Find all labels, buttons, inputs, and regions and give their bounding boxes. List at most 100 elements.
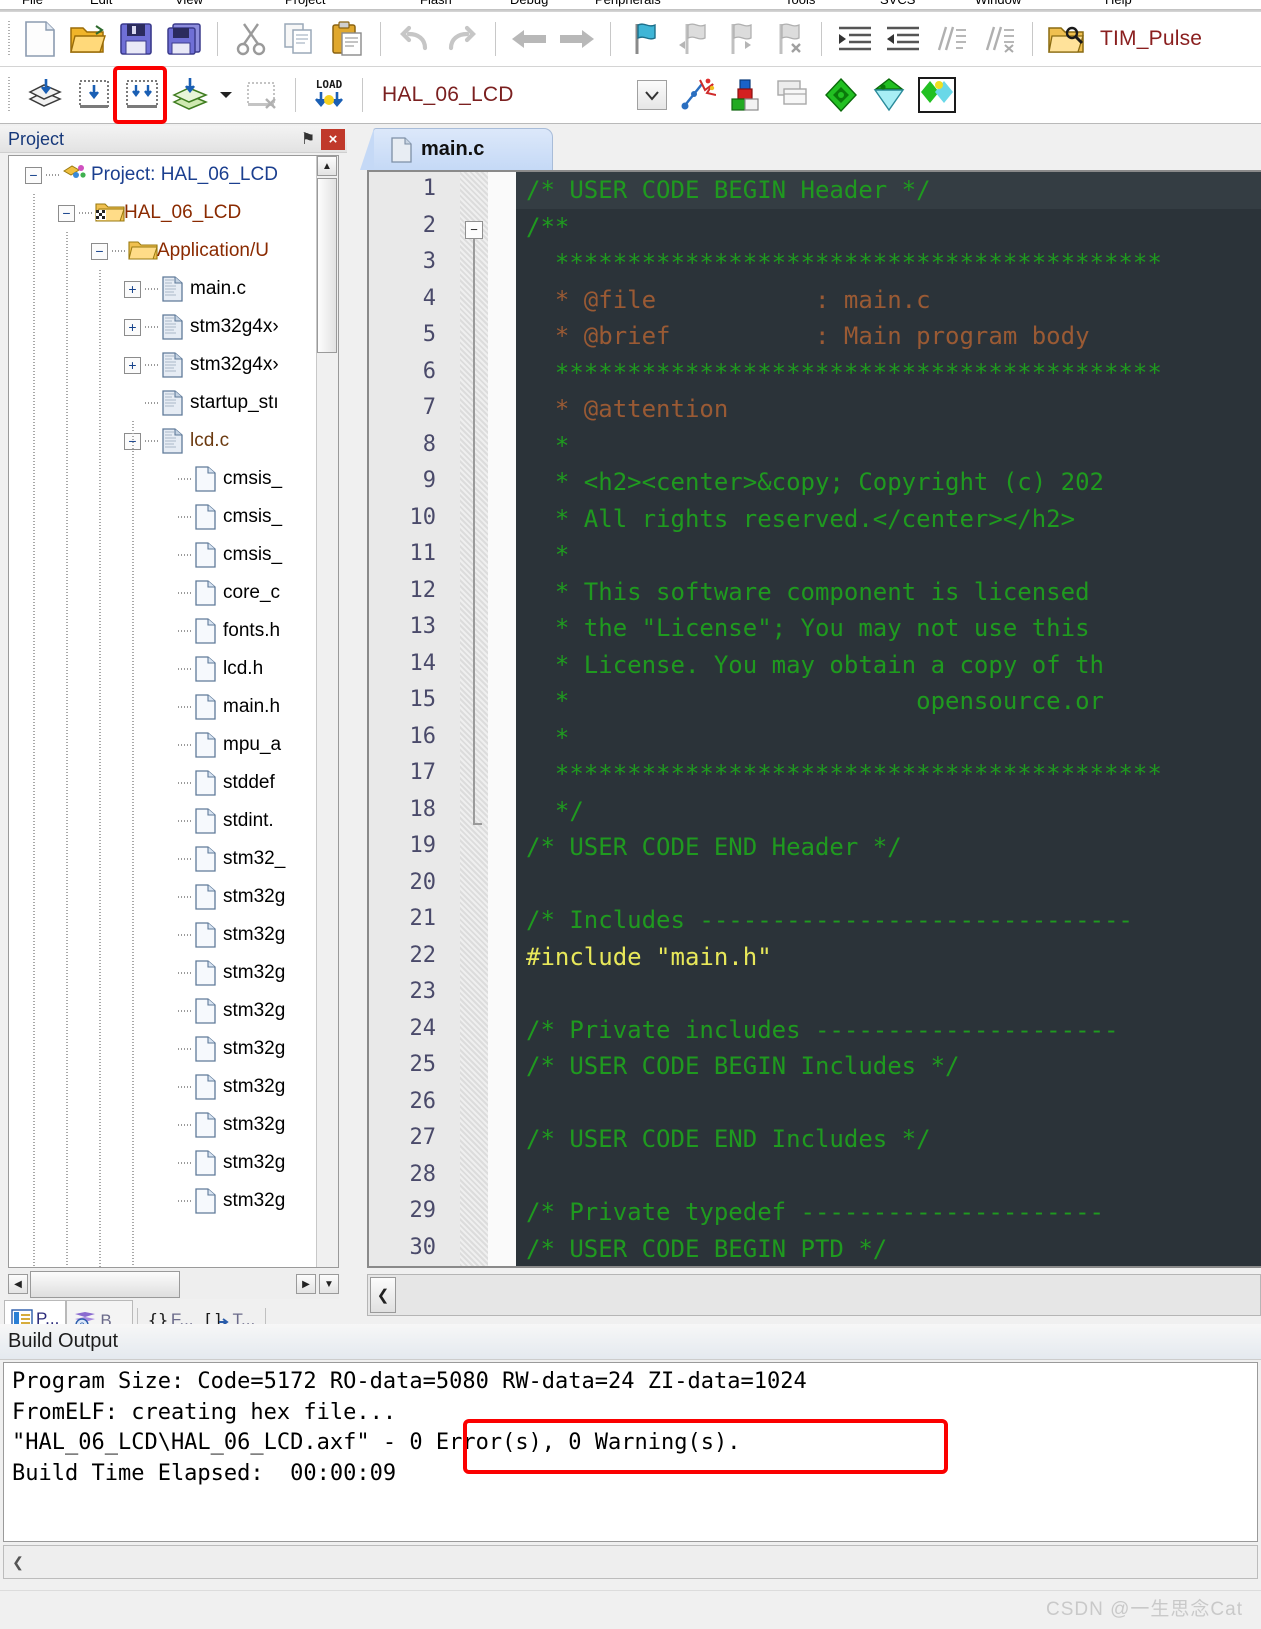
manage-rte-icon[interactable] [721,72,769,118]
code-line[interactable]: /* Private typedef --------------------- [516,1194,1261,1231]
code-line[interactable]: * License. You may obtain a copy of th [516,647,1261,684]
editor-hscrollbar[interactable]: ❮ [367,1274,1261,1316]
hscroll-thumb[interactable] [30,1270,180,1298]
code-editor[interactable]: 1 2 3 4 5 6 7 8 9 10 11 12 13 14 15 16 17 18 19 20 21 22 23 24 2… [367,170,1261,1268]
build-output-hscrollbar[interactable]: ❮ [3,1545,1258,1579]
tree-node[interactable]: −lcd.c [9,422,319,460]
forward-icon[interactable] [553,16,601,62]
tree-node[interactable]: mpu_a [9,726,319,764]
code-line[interactable]: /* USER CODE BEGIN PTD */ [516,1231,1261,1267]
editor-scroll-left-icon[interactable]: ❮ [370,1277,396,1313]
code-line[interactable]: * @attention [516,391,1261,428]
tree-node[interactable]: − HAL_06_LCD [9,194,319,232]
new-file-icon[interactable] [16,16,64,62]
tree-node[interactable]: + stm32g4x› [9,346,319,384]
document-tab-main-c[interactable]: main.c [360,128,553,170]
code-line[interactable]: * opensource.or [516,683,1261,720]
batch-build-dropdown-icon[interactable] [214,72,238,118]
tree-node[interactable]: − Application/U [9,232,319,270]
code-line[interactable]: * All rights reserved.</center></h2> [516,501,1261,538]
expand-icon[interactable]: + [124,280,141,298]
collapse-icon[interactable]: − [25,166,42,184]
comment-icon[interactable] [927,16,975,62]
build-output-text[interactable]: Program Size: Code=5172 RO-data=5080 RW-… [3,1362,1258,1542]
build-scroll-left-icon[interactable]: ❮ [7,1548,29,1576]
menu-item-debug[interactable]: Debug [510,0,548,7]
code-line[interactable]: * <h2><center>&copy; Copyright (c) 202 [516,464,1261,501]
save-all-icon[interactable] [160,16,208,62]
menu-item-project[interactable]: Project [285,0,325,7]
build-icon[interactable] [70,72,118,118]
indent-left-icon[interactable] [879,16,927,62]
scroll-right-icon[interactable]: ▶ [296,1274,316,1294]
back-icon[interactable] [505,16,553,62]
translate-icon[interactable] [22,72,70,118]
close-icon[interactable]: × [321,128,345,150]
target-select-dropdown[interactable] [637,80,667,110]
menu-item-edit[interactable]: Edit [90,0,112,7]
toolbar-grip[interactable] [4,21,14,57]
tree-node[interactable]: stm32g [9,1106,319,1144]
fold-column[interactable]: − [460,172,488,1266]
components-icon[interactable] [817,72,865,118]
code-line[interactable]: * @file : main.c [516,282,1261,319]
bookmark-toggle-icon[interactable] [620,16,668,62]
code-line[interactable]: /* USER CODE END Header */ [516,829,1261,866]
code-line[interactable] [516,866,1261,903]
open-file-icon[interactable] [64,16,112,62]
tree-node[interactable]: main.h [9,688,319,726]
tree-node[interactable]: stdint. [9,802,319,840]
code-line[interactable] [516,1085,1261,1122]
code-line[interactable]: * This software component is licensed [516,574,1261,611]
project-tree[interactable]: − Project: HAL_06_LCD − HAL_06_LCD − Applicat… [8,155,339,1268]
tree-node[interactable]: stddef [9,764,319,802]
code-line[interactable]: #include "main.h" [516,939,1261,976]
menu-item-file[interactable]: File [22,0,43,7]
multi-project-icon[interactable] [913,72,961,118]
collapse-icon[interactable]: − [91,242,108,260]
code-line[interactable]: ****************************************… [516,245,1261,282]
menu-item-view[interactable]: View [175,0,203,7]
menu-item-flash[interactable]: Flash [420,0,452,7]
code-line[interactable]: * [516,720,1261,757]
tree-node[interactable]: stm32_ [9,840,319,878]
code-line[interactable]: ****************************************… [516,355,1261,392]
code-line[interactable]: */ [516,793,1261,830]
collapse-icon[interactable]: − [58,204,75,222]
tree-node[interactable]: stm32g [9,954,319,992]
uncomment-icon[interactable] [975,16,1023,62]
tree-node[interactable]: lcd.h [9,650,319,688]
code-line[interactable]: * the "License"; You may not use this [516,610,1261,647]
menu-item-peripherals[interactable]: Peripherals [595,0,661,7]
tree-node[interactable]: stm32g [9,1144,319,1182]
code-line[interactable]: /** [516,209,1261,246]
tree-node[interactable]: − Project: HAL_06_LCD [9,156,319,194]
target-select-value[interactable]: HAL_06_LCD [382,83,637,107]
scroll-thumb[interactable] [317,178,337,353]
toolbar-grip[interactable] [4,77,14,113]
download-icon[interactable]: LOAD [305,72,353,118]
menu-item-window[interactable]: Window [975,0,1021,7]
code-line[interactable]: * [516,537,1261,574]
tree-node[interactable]: fonts.h [9,612,319,650]
window-tile-icon[interactable] [769,72,817,118]
scroll-down-icon[interactable]: ▼ [319,1274,339,1294]
tree-node[interactable]: cmsis_ [9,498,319,536]
tree-node[interactable]: + main.c [9,270,319,308]
code-line[interactable] [516,975,1261,1012]
batch-build-icon[interactable] [166,72,214,118]
undo-icon[interactable] [390,16,438,62]
find-in-files-icon[interactable] [1042,16,1090,62]
tree-node[interactable]: stm32g [9,1030,319,1068]
menu-item-tools[interactable]: Tools [785,0,815,7]
copy-icon[interactable] [275,16,323,62]
tree-node[interactable]: cmsis_ [9,536,319,574]
code-line[interactable]: /* Includes ----------------------------… [516,902,1261,939]
code-line[interactable]: /* Private includes --------------------… [516,1012,1261,1049]
fold-toggle-icon[interactable]: − [465,220,483,239]
code-line[interactable]: /* USER CODE BEGIN Includes */ [516,1048,1261,1085]
tree-node[interactable]: stm32g [9,992,319,1030]
project-tree-scrollbar[interactable]: ▲ [316,156,338,1267]
tree-node[interactable]: + stm32g4x› [9,308,319,346]
tree-node[interactable]: stm32g [9,1182,319,1220]
